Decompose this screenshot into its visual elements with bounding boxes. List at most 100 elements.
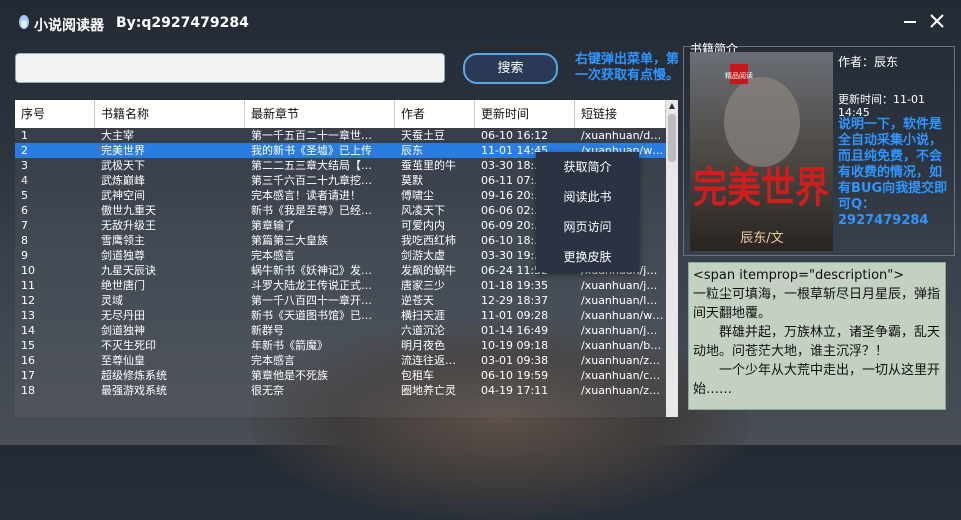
cell-latest-chapter: 第一千五百二十一章世… [251, 129, 372, 142]
cell-book-name: 剑道独神 [101, 324, 145, 337]
cell-index: 14 [21, 324, 35, 337]
cell-update-time: 11-01 09:28 [481, 309, 549, 322]
table-row[interactable]: 1 大主宰 第一千五百二十一章世… 天蚕土豆 06-10 16:12/xuanhuan/… [15, 128, 666, 143]
search-button[interactable]: 搜索 [463, 53, 558, 84]
cell-book-name: 无尽丹田 [101, 309, 145, 322]
cell-update-time: 06-10 16:12 [481, 129, 549, 142]
menu-item-read-book[interactable]: 阅读此书 [536, 182, 639, 212]
cell-update-time: 06-10 19:59 [481, 369, 549, 382]
cell-index: 4 [21, 174, 28, 187]
cell-book-name: 大主宰 [101, 129, 134, 142]
column-update-time[interactable]: 更新时间 [475, 100, 575, 128]
table-row[interactable]: 13 无尽丹田 新书《天道图书馆》已… 横扫天涯 11-01 09:28/xuanhua… [15, 308, 666, 323]
scroll-up-icon[interactable]: ▲ [666, 100, 678, 112]
menu-item-web-visit[interactable]: 网页访问 [536, 212, 639, 242]
vertical-scrollbar[interactable]: ▲ [666, 100, 678, 417]
table-row[interactable]: 15 不灭生死印 年新书《箭魔》 明月夜色 10-19 09:18/xuanhuan/b… [15, 338, 666, 353]
cell-author: 剑游太虚 [401, 249, 445, 262]
cell-short-link: /xuanhuan/d… [581, 129, 662, 142]
cell-author: 六道沉沦 [401, 324, 445, 337]
cell-latest-chapter: 完本感言！读者请进！ [251, 189, 361, 202]
cell-latest-chapter: 新书《天道图书馆》已… [251, 309, 372, 322]
column-latest-chapter[interactable]: 最新章节 [245, 100, 395, 128]
cell-update-time: 03-01 09:38 [481, 354, 549, 367]
cell-author: 可爱内内 [401, 219, 445, 232]
description-line: <span itemprop="description"> [693, 268, 905, 283]
search-input[interactable] [15, 53, 445, 83]
column-short-link[interactable]: 短链接 [575, 100, 666, 128]
cell-author: 辰东 [401, 144, 423, 157]
cell-latest-chapter: 第章他是不死族 [251, 369, 328, 382]
cell-index: 6 [21, 204, 28, 217]
cell-index: 11 [21, 279, 35, 292]
menu-item-change-skin[interactable]: 更换皮肤 [536, 242, 639, 272]
cell-short-link: /xuanhuan/w… [581, 309, 664, 322]
description-line: 群雄并起，万族林立，诸圣争霸，乱天动地。问苍茫大地，谁主沉浮？！ [693, 325, 941, 359]
app-title: 小说阅读器 [34, 18, 104, 34]
cell-index: 10 [21, 264, 35, 277]
cell-update-time: 04-19 17:11 [481, 384, 549, 397]
cell-latest-chapter: 我的新书《圣墟》已上传 [251, 144, 372, 157]
cell-author: 蚕茧里的牛 [401, 159, 456, 172]
cell-latest-chapter: 年新书《箭魔》 [251, 339, 328, 352]
cell-update-time: 10-19 09:18 [481, 339, 549, 352]
menu-item-get-intro[interactable]: 获取简介 [536, 152, 639, 182]
cell-latest-chapter: 斗罗大陆龙王传说正式… [251, 279, 372, 292]
cell-index: 9 [21, 249, 28, 262]
cell-latest-chapter: 第章输了 [251, 219, 295, 232]
cell-book-name: 剑道独尊 [101, 249, 145, 262]
table-row[interactable]: 14 剑道独神 新群号 六道沉沦 01-14 16:49/xuanhuan/j… [15, 323, 666, 338]
table-row[interactable]: 11 绝世唐门 斗罗大陆龙王传说正式… 唐家三少 01-18 19:35/xuanhua… [15, 278, 666, 293]
cell-author: 我吃西红柿 [401, 234, 456, 247]
book-cover-image: 精品阅读 完美世界 辰东/文 [690, 52, 833, 251]
book-description[interactable]: <span itemprop="description"> 一粒尘可填海，一根草… [688, 262, 946, 410]
cell-book-name: 灵域 [101, 294, 123, 307]
cell-author: 流连往返… [401, 354, 456, 367]
cell-short-link: /xuanhuan/j… [581, 279, 658, 292]
cell-update-time: 01-18 19:35 [481, 279, 549, 292]
cell-book-name: 最强游戏系统 [101, 384, 167, 397]
cell-short-link: /xuanhuan/c… [581, 369, 661, 382]
book-cover: 精品阅读 完美世界 辰东/文 [690, 52, 833, 251]
table-row[interactable]: 18 最强游戏系统 很无奈 圈地养亡灵 04-19 17:11/xuanhuan/z… [15, 383, 666, 398]
scroll-thumb[interactable] [668, 114, 676, 162]
cell-author: 圈地养亡灵 [401, 384, 456, 397]
cell-index: 18 [21, 384, 35, 397]
cell-short-link: /xuanhuan/l… [581, 294, 658, 307]
cell-book-name: 不灭生死印 [101, 339, 156, 352]
book-update-time: 更新时间：11-01 14:45 [838, 93, 925, 119]
cell-author: 风凌天下 [401, 204, 445, 217]
cell-book-name: 九星天辰诀 [101, 264, 156, 277]
description-line: 一粒尘可填海，一根草斩尽日月星辰，弹指间天翻地覆。 [693, 287, 941, 321]
cell-index: 8 [21, 234, 28, 247]
cell-author: 横扫天涯 [401, 309, 445, 322]
context-menu: 获取简介 阅读此书 网页访问 更换皮肤 [536, 152, 639, 272]
cell-author: 天蚕土豆 [401, 129, 445, 142]
cell-latest-chapter: 第二二五三章大结局【… [251, 159, 372, 172]
cell-index: 7 [21, 219, 28, 232]
cell-book-name: 至尊仙皇 [101, 354, 145, 367]
cell-short-link: /xuanhuan/z… [581, 354, 661, 367]
table-header: 序号 书籍名称 最新章节 作者 更新时间 短链接 [15, 100, 666, 128]
table-row[interactable]: 17 超级修炼系统 第章他是不死族 包租车 06-10 19:59/xuanhuan/c… [15, 368, 666, 383]
close-button[interactable] [926, 10, 948, 32]
cell-book-name: 超级修炼系统 [101, 369, 167, 382]
cell-book-name: 傲世九重天 [101, 204, 156, 217]
cell-index: 5 [21, 189, 28, 202]
penguin-icon [19, 15, 29, 29]
cell-latest-chapter: 新书《我是至尊》已经… [251, 204, 372, 217]
cell-author: 唐家三少 [401, 279, 445, 292]
description-line: 一个少年从大荒中走出，一切从这里开始…… [693, 363, 941, 397]
column-author[interactable]: 作者 [395, 100, 475, 128]
minimize-button[interactable] [899, 10, 921, 32]
cell-book-name: 雪鹰领主 [101, 234, 145, 247]
cell-short-link: /xuanhuan/b… [581, 339, 662, 352]
column-index[interactable]: 序号 [15, 100, 95, 128]
table-row[interactable]: 12 灵域 第一千八百四十一章开… 逆苍天 12-29 18:37/xuanhuan/l… [15, 293, 666, 308]
cell-book-name: 武炼巅峰 [101, 174, 145, 187]
cell-latest-chapter: 蜗牛新书《妖神记》发… [251, 264, 372, 277]
cover-title: 完美世界 [693, 163, 829, 212]
column-book-name[interactable]: 书籍名称 [95, 100, 245, 128]
table-row[interactable]: 16 至尊仙皇 完本感言 流连往返… 03-01 09:38/xuanhuan/z… [15, 353, 666, 368]
cell-book-name: 完美世界 [101, 144, 145, 157]
